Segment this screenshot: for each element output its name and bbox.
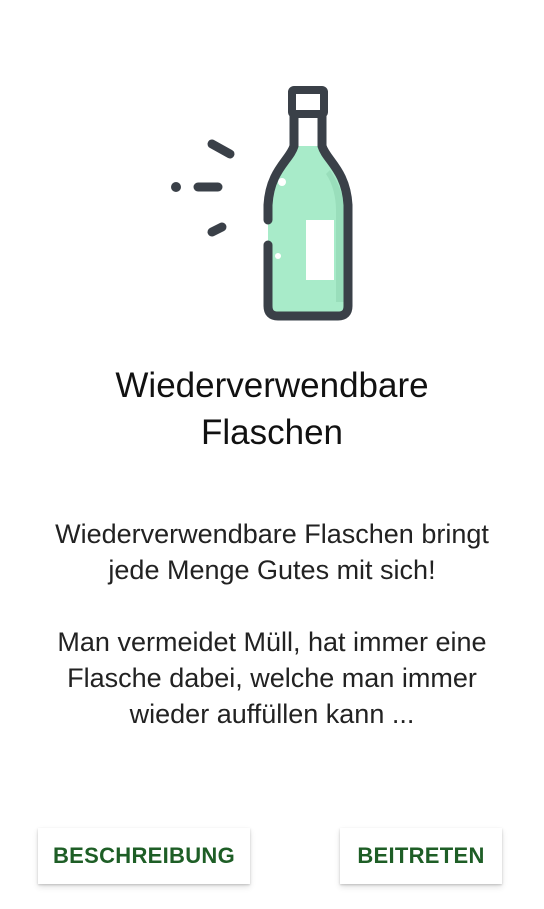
beitreten-button[interactable]: BEITRETEN <box>340 828 502 884</box>
bottle-icon <box>171 86 353 321</box>
description-paragraph-1: Wiederverwendbare Flaschen bringt jede M… <box>55 519 489 585</box>
description: Wiederverwendbare Flaschen bringt jede M… <box>30 516 514 732</box>
illustration <box>0 70 544 340</box>
description-paragraph-2: Man vermeidet Müll, hat immer eine Flasc… <box>57 627 487 729</box>
onboarding-screen: Wiederverwendbare Flaschen Wiederverwend… <box>0 0 544 909</box>
beschreibung-button[interactable]: BESCHREIBUNG <box>38 828 250 884</box>
page-title: Wiederverwendbare Flaschen <box>115 366 429 452</box>
